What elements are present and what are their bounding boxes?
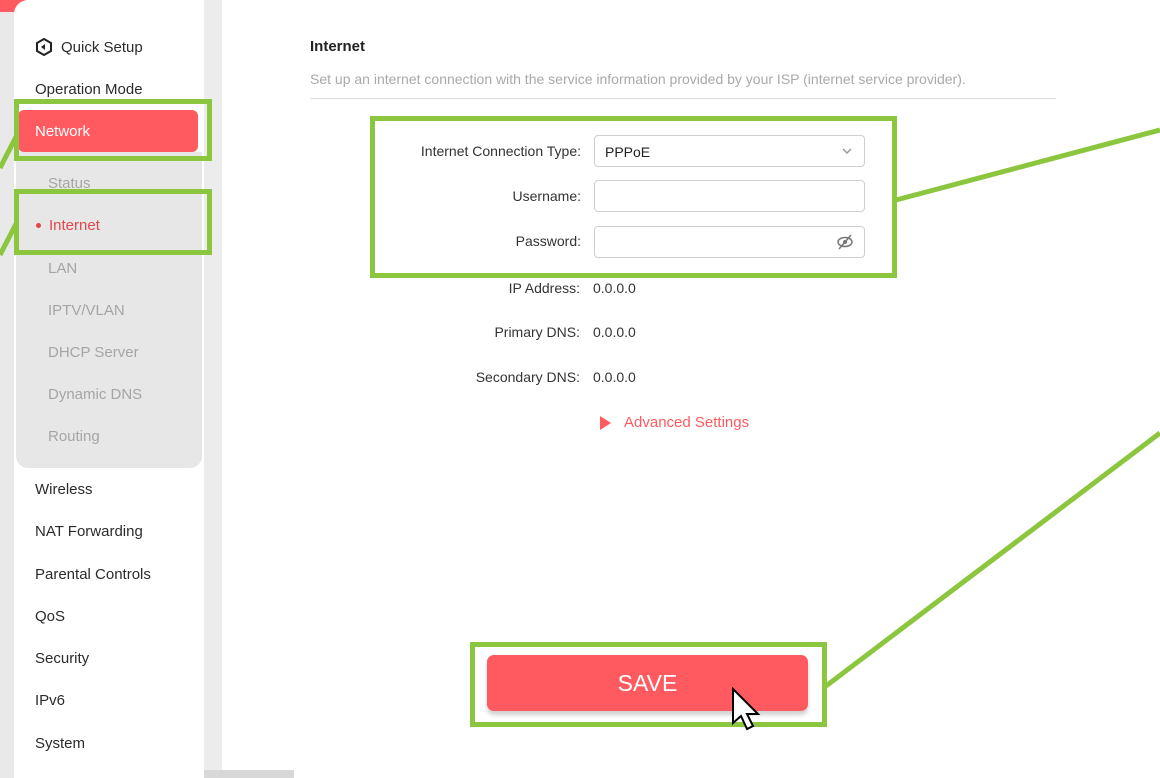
secondary-dns-value: 0.0.0.0 xyxy=(593,369,636,385)
sidebar-subitem-internet[interactable]: Internet xyxy=(16,204,202,246)
sidebar-item-quick-setup[interactable]: Quick Setup xyxy=(14,26,202,68)
sidebar-item-nat-forwarding[interactable]: NAT Forwarding xyxy=(14,510,202,552)
sidebar-item-security[interactable]: Security xyxy=(14,637,202,679)
advanced-settings-label: Advanced Settings xyxy=(624,414,750,431)
primary-dns-label: Primary DNS: xyxy=(494,324,580,340)
password-field[interactable] xyxy=(594,226,865,258)
connection-type-select[interactable]: PPPoE xyxy=(594,135,865,167)
password-label: Password: xyxy=(515,233,581,249)
sidebar-item-label: Network xyxy=(35,122,91,140)
sidebar-subitem-dhcp-server[interactable]: DHCP Server xyxy=(16,331,202,373)
sidebar-item-label: Quick Setup xyxy=(61,38,143,56)
connection-type-label: Internet Connection Type: xyxy=(420,143,581,159)
page-description: Set up an internet connection with the s… xyxy=(310,71,966,87)
ip-address-label: IP Address: xyxy=(508,280,580,296)
username-field[interactable] xyxy=(594,180,865,212)
secondary-dns-label: Secondary DNS: xyxy=(475,369,580,385)
connection-type-value: PPPoE xyxy=(605,144,651,160)
ip-address-value: 0.0.0.0 xyxy=(593,280,636,296)
page-title: Internet xyxy=(310,38,366,55)
sidebar-subitem-dynamic-dns[interactable]: Dynamic DNS xyxy=(16,373,202,415)
sidebar-item-wireless[interactable]: Wireless xyxy=(14,468,202,510)
sidebar-subitem-lan[interactable]: LAN xyxy=(16,247,202,289)
chevron-down-icon xyxy=(842,148,852,155)
sidebar-subitem-routing[interactable]: Routing xyxy=(16,415,202,457)
network-submenu: Status Internet LAN IPTV/VLAN DHCP Serve… xyxy=(16,152,202,468)
gear-icon xyxy=(35,37,53,57)
sidebar: Quick Setup Operation Mode Network Statu… xyxy=(14,0,204,778)
scroll-strip xyxy=(204,770,294,778)
sidebar-item-label: Operation Mode xyxy=(35,80,143,98)
sidebar-subitem-status[interactable]: Status xyxy=(16,162,202,204)
divider xyxy=(310,98,1056,99)
sidebar-subitem-iptv-vlan[interactable]: IPTV/VLAN xyxy=(16,289,202,331)
eye-off-icon[interactable] xyxy=(836,234,854,250)
sidebar-item-system[interactable]: System xyxy=(14,722,202,764)
username-label: Username: xyxy=(512,188,581,204)
advanced-settings-toggle[interactable]: Advanced Settings xyxy=(600,414,749,431)
cursor-icon xyxy=(732,687,761,731)
primary-dns-value: 0.0.0.0 xyxy=(593,324,636,340)
active-dot-icon xyxy=(36,222,41,228)
sidebar-item-parental-controls[interactable]: Parental Controls xyxy=(14,553,202,595)
sidebar-item-ipv6[interactable]: IPv6 xyxy=(14,679,202,721)
sidebar-item-operation-mode[interactable]: Operation Mode xyxy=(14,68,202,110)
sidebar-item-network[interactable]: Network xyxy=(18,110,198,152)
triangle-right-icon xyxy=(600,415,611,430)
sidebar-gap xyxy=(204,0,222,778)
sidebar-item-qos[interactable]: QoS xyxy=(14,595,202,637)
